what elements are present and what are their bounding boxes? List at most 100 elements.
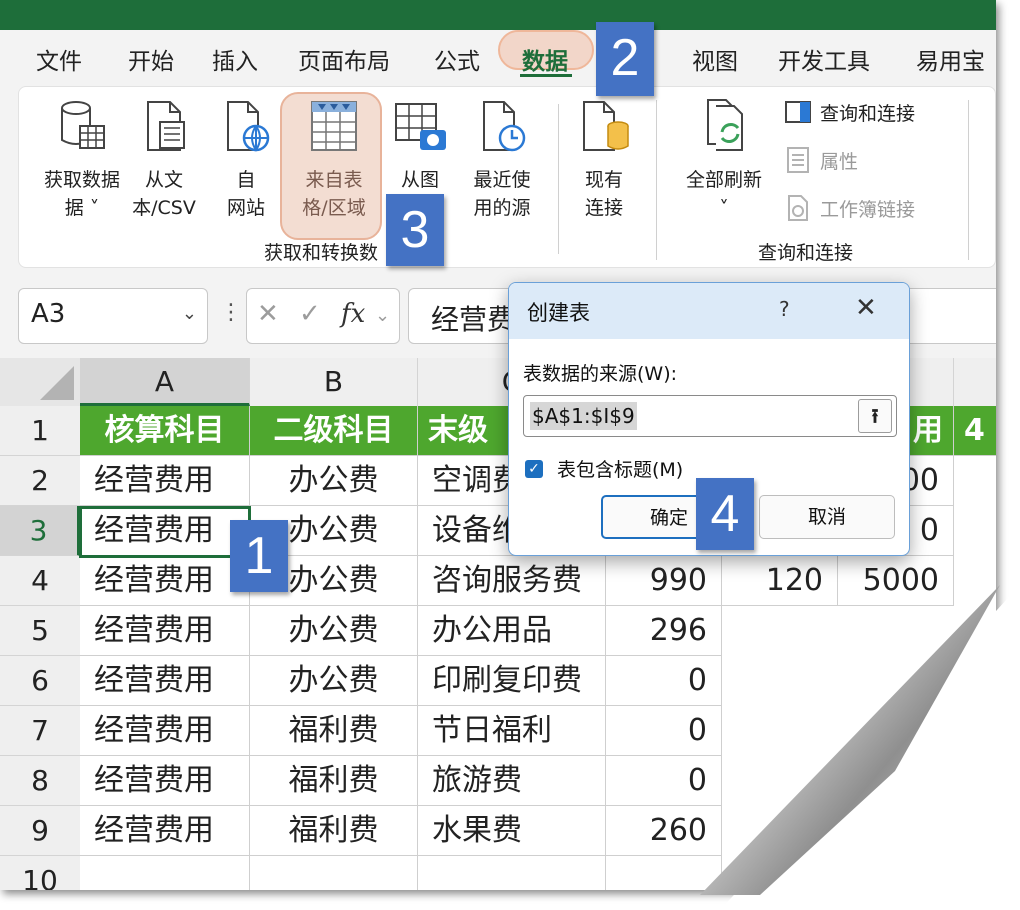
row-header-9[interactable]: 9: [0, 806, 80, 856]
close-icon[interactable]: ✕: [855, 293, 877, 323]
table-cell[interactable]: 经营费用: [80, 806, 250, 856]
group-queries-label: 查询和连接: [758, 242, 854, 264]
tab-home[interactable]: 开始: [128, 42, 174, 76]
checkbox-checked-icon[interactable]: ✓: [525, 459, 543, 478]
queries-connections-button[interactable]: 查询和连接: [784, 98, 915, 126]
tab-file[interactable]: 文件: [36, 42, 82, 76]
from-web-label-1: 自: [236, 169, 256, 191]
chevron-down-icon[interactable]: ⌄: [375, 305, 390, 326]
insert-function-icon[interactable]: fx: [341, 299, 365, 329]
table-cell[interactable]: 水果费: [418, 806, 606, 856]
column-header[interactable]: [954, 358, 996, 406]
row-header-1[interactable]: 1: [0, 406, 80, 456]
table-header-cell[interactable]: 核算科目: [80, 406, 250, 456]
has-headers-checkbox[interactable]: ✓ 表包含标题(M): [525, 455, 683, 482]
table-cell[interactable]: [250, 856, 418, 890]
table-cell[interactable]: 260: [606, 806, 722, 856]
ribbon-divider: [968, 100, 969, 260]
from-table-label-1: 来自表: [305, 169, 363, 191]
table-cell[interactable]: 经营费用: [80, 656, 250, 706]
table-cell[interactable]: [606, 856, 722, 890]
source-range-input[interactable]: $A$1:$I$9 ⭱: [523, 395, 897, 437]
get-data-button[interactable]: 获取数据 据 ˅: [44, 96, 120, 222]
confirm-icon[interactable]: ✓: [299, 299, 321, 329]
table-cell[interactable]: 120: [722, 556, 838, 606]
tab-page-layout[interactable]: 页面布局: [298, 42, 390, 76]
table-cell[interactable]: 0: [606, 756, 722, 806]
table-cell[interactable]: 福利费: [250, 756, 418, 806]
step-badge-2: 2: [596, 22, 654, 96]
tab-insert[interactable]: 插入: [212, 42, 258, 76]
table-cell[interactable]: 经营费用: [80, 606, 250, 656]
table-cell[interactable]: 旅游费: [418, 756, 606, 806]
existing-connections-label-1: 现有: [584, 169, 623, 191]
existing-connections-label-2: 连接: [584, 197, 623, 219]
from-table-range-button[interactable]: 来自表 格/区域: [292, 96, 376, 222]
existing-connections-button[interactable]: 现有 连接: [572, 96, 636, 222]
table-cell[interactable]: 0: [606, 706, 722, 756]
row-header-6[interactable]: 6: [0, 656, 80, 706]
table-cell[interactable]: 咨询服务费: [418, 556, 606, 606]
table-cell[interactable]: 5000: [838, 556, 954, 606]
from-text-label-2: 本/CSV: [132, 197, 196, 219]
tab-developer[interactable]: 开发工具: [778, 42, 870, 76]
table-cell[interactable]: 办公费: [250, 456, 418, 506]
table-range-icon: [311, 101, 357, 151]
properties-icon: [787, 147, 809, 173]
from-table-label-2: 格/区域: [302, 197, 366, 219]
recent-sources-button[interactable]: 最近使 用的源: [464, 96, 540, 222]
row-header-10[interactable]: 10: [0, 856, 80, 890]
table-cell[interactable]: [80, 856, 250, 890]
row-header-3[interactable]: 3: [0, 506, 80, 556]
refresh-all-chevron-icon: ˅: [719, 197, 729, 219]
from-picture-button[interactable]: 从图: [388, 96, 452, 194]
row-header-8[interactable]: 8: [0, 756, 80, 806]
table-cell[interactable]: 990: [606, 556, 722, 606]
cancel-icon[interactable]: ✕: [257, 299, 279, 329]
table-cell[interactable]: 福利费: [250, 806, 418, 856]
table-header-cell[interactable]: 4: [954, 406, 996, 456]
row-header-5[interactable]: 5: [0, 606, 80, 656]
queries-pane-icon: [785, 101, 811, 123]
row-header-2[interactable]: 2: [0, 456, 80, 506]
chevron-down-icon[interactable]: ⌄: [182, 303, 197, 324]
table-cell[interactable]: 0: [606, 656, 722, 706]
queries-connections-label: 查询和连接: [820, 102, 916, 125]
table-header-cell[interactable]: 二级科目: [250, 406, 418, 456]
more-icon[interactable]: ⋮: [220, 300, 242, 325]
refresh-all-button[interactable]: 全部刷新 ˅: [676, 96, 772, 222]
name-box[interactable]: A3 ⌄: [18, 288, 208, 344]
table-cell[interactable]: 节日福利: [418, 706, 606, 756]
select-all-corner[interactable]: [0, 358, 80, 406]
table-cell[interactable]: 经营费用: [80, 756, 250, 806]
help-icon[interactable]: ?: [779, 297, 790, 321]
table-cell[interactable]: 经营费用: [80, 456, 250, 506]
from-text-csv-button[interactable]: 从文 本/CSV: [124, 96, 204, 222]
table-cell[interactable]: 福利费: [250, 706, 418, 756]
row-header-4[interactable]: 4: [0, 556, 80, 606]
tab-formulas[interactable]: 公式: [434, 42, 480, 76]
collapse-dialog-icon[interactable]: ⭱: [858, 399, 892, 433]
from-web-button[interactable]: 自 网站: [214, 96, 278, 222]
tab-data[interactable]: 数据: [522, 42, 568, 76]
column-header-b[interactable]: B: [250, 358, 418, 406]
properties-button[interactable]: 属性: [784, 146, 858, 174]
tab-view[interactable]: 视图: [692, 42, 738, 76]
row-header-7[interactable]: 7: [0, 706, 80, 756]
table-cell[interactable]: 办公用品: [418, 606, 606, 656]
table-cell[interactable]: 办公费: [250, 656, 418, 706]
get-data-label: 获取数据: [44, 169, 121, 191]
column-header-a[interactable]: A: [80, 358, 250, 406]
table-cell[interactable]: 经营费用: [80, 706, 250, 756]
table-cell[interactable]: 296: [606, 606, 722, 656]
table-cell[interactable]: 经营费用: [80, 556, 250, 606]
tab-easy-tools[interactable]: 易用宝: [916, 42, 985, 76]
workbook-links-button[interactable]: 工作簿链接: [784, 194, 915, 222]
step-badge-4: 4: [696, 478, 754, 550]
cancel-button[interactable]: 取消: [759, 495, 895, 539]
table-cell[interactable]: 办公费: [250, 606, 418, 656]
workbook-links-icon: [788, 195, 808, 221]
ribbon-divider: [558, 104, 559, 254]
table-cell[interactable]: 印刷复印费: [418, 656, 606, 706]
table-cell[interactable]: [418, 856, 606, 890]
